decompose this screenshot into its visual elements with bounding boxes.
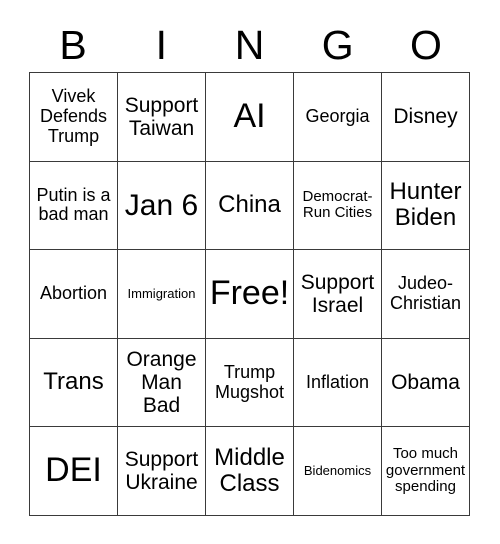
bingo-cell[interactable]: China	[206, 161, 294, 251]
bingo-cell-label: Support Israel	[300, 270, 375, 317]
bingo-cell[interactable]: Judeo-Christian	[382, 250, 470, 339]
bingo-cell[interactable]: Hunter Biden	[382, 161, 470, 251]
bingo-cell[interactable]: AI	[206, 73, 294, 162]
bingo-cell[interactable]: Free!	[206, 250, 294, 339]
header-letter-o: O	[409, 21, 442, 68]
bingo-cell[interactable]: Bidenomics	[294, 427, 382, 516]
bingo-cell-label: Trans	[43, 368, 104, 396]
bingo-cell[interactable]: Support Israel	[294, 250, 382, 339]
bingo-cell-label: Jan 6	[124, 188, 199, 222]
bingo-cell[interactable]: Vivek Defends Trump	[30, 73, 118, 162]
bingo-cell[interactable]: Too much government spending	[382, 427, 470, 516]
bingo-cell-label: Putin is a bad man	[36, 184, 111, 225]
bingo-cell-label: Judeo-Christian	[389, 273, 462, 313]
bingo-cell[interactable]: Support Taiwan	[118, 73, 206, 162]
bingo-cell-label: DEI	[45, 451, 102, 490]
bingo-cell-label: China	[218, 191, 281, 219]
bingo-cell-label: Georgia	[305, 105, 370, 126]
bingo-cell-label: Trump Mugshot	[214, 361, 285, 402]
bingo-cell[interactable]: Abortion	[30, 250, 118, 339]
bingo-cell-label: Support Taiwan	[124, 93, 199, 140]
bingo-cell-label: Hunter Biden	[389, 178, 462, 232]
bingo-cell[interactable]: Trump Mugshot	[206, 338, 294, 428]
bingo-cell[interactable]: Jan 6	[118, 161, 206, 251]
bingo-cell[interactable]: Middle Class	[206, 427, 294, 516]
bingo-cell-label: AI	[233, 97, 266, 136]
bingo-cell-label: Democrat-Run Cities	[302, 187, 373, 222]
header-letter-g: G	[321, 21, 354, 68]
bingo-cell-label: Disney	[393, 105, 458, 129]
bingo-cell[interactable]: Trans	[30, 338, 118, 428]
bingo-card: B I N G O Vivek Defends Trump Support Tai…	[0, 0, 500, 544]
bingo-cell[interactable]: Immigration	[118, 250, 206, 339]
bingo-cell-label: Too much government spending	[385, 445, 466, 496]
bingo-cell[interactable]: Democrat-Run Cities	[294, 161, 382, 251]
bingo-cell[interactable]: DEI	[30, 427, 118, 516]
bingo-cell[interactable]: Disney	[382, 73, 470, 162]
bingo-cell-label: Free!	[209, 274, 290, 313]
bingo-cell-label: Inflation	[305, 371, 370, 392]
header-letter-b: B	[59, 21, 87, 68]
bingo-cell[interactable]: Support Ukraine	[118, 427, 206, 516]
bingo-cell[interactable]: Putin is a bad man	[30, 161, 118, 251]
bingo-cell-label: Bidenomics	[303, 463, 372, 479]
bingo-cell-label: Middle Class	[214, 443, 285, 498]
header-letter-n: N	[234, 21, 265, 68]
bingo-cell-label: Support Ukraine	[124, 448, 199, 495]
bingo-cell-label: Obama	[391, 371, 460, 395]
bingo-grid: Vivek Defends Trump Support Taiwan AI Georg…	[29, 72, 470, 516]
bingo-cell-label: Orange Man Bad	[126, 347, 197, 418]
bingo-cell-label: Abortion	[39, 283, 108, 304]
bingo-cell[interactable]: Inflation	[294, 338, 382, 428]
bingo-cell-label: Vivek Defends Trump	[39, 86, 108, 146]
header-letter-i: I	[155, 21, 167, 68]
bingo-cell[interactable]: Georgia	[294, 73, 382, 162]
bingo-cell[interactable]: Orange Man Bad	[118, 338, 206, 428]
bingo-cell-label: Immigration	[127, 285, 196, 301]
bingo-header-row: B I N G O	[29, 18, 470, 72]
bingo-cell[interactable]: Obama	[382, 338, 470, 428]
